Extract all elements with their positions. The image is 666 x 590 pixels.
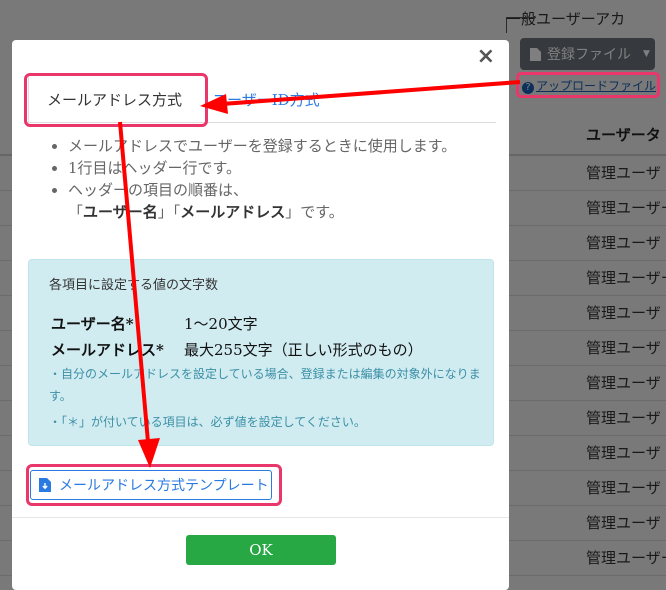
arrow-to-tab [221,80,521,106]
arrow-to-template-head [138,438,160,468]
annotation-arrows [118,80,521,468]
arrow-to-tab-head [200,94,228,114]
arrow-to-template [118,121,150,443]
